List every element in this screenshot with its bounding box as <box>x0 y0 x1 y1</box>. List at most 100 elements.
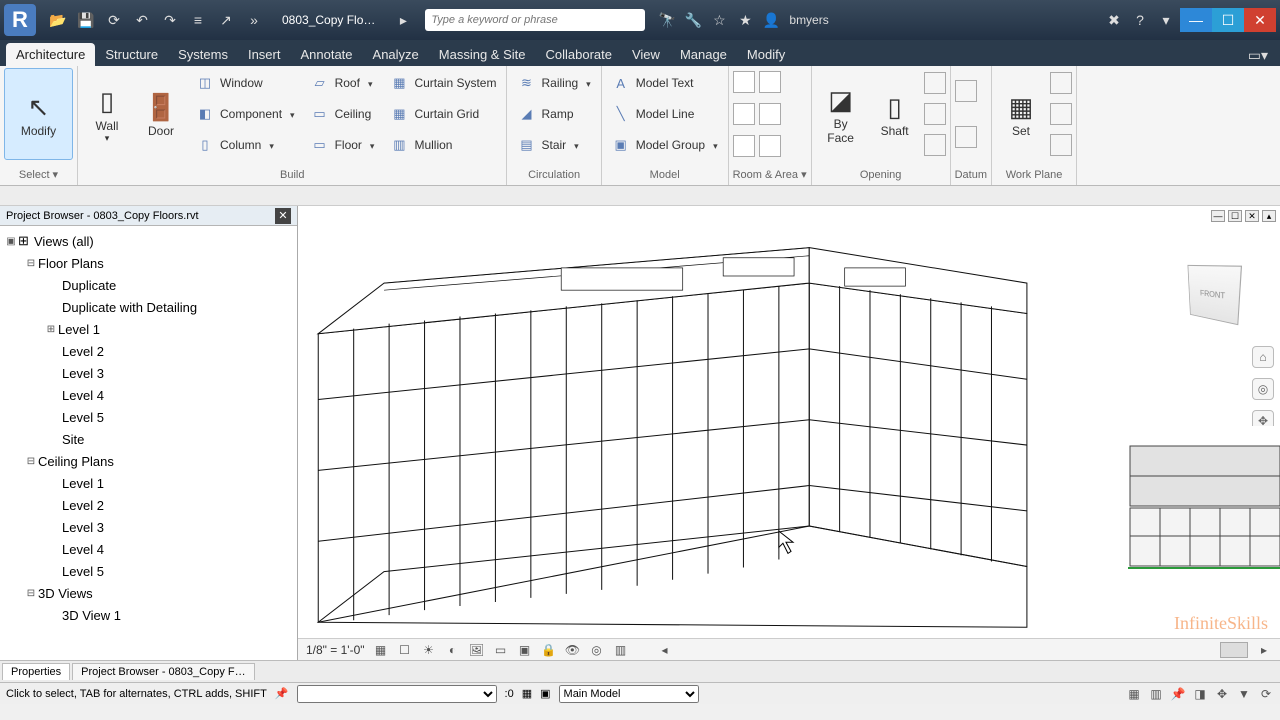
window-button[interactable]: ◫Window <box>190 72 301 94</box>
align-icon[interactable]: ≡ <box>186 8 210 32</box>
visual-style-icon[interactable]: ☐ <box>397 642 413 658</box>
star-icon[interactable]: ☆ <box>707 8 731 32</box>
status-select-1[interactable] <box>297 685 497 703</box>
tree-item[interactable]: Level 1 <box>58 322 100 337</box>
drag-elements-toggle[interactable]: ✥ <box>1214 686 1230 702</box>
favorite-icon[interactable]: ★ <box>733 8 757 32</box>
roof-button[interactable]: ▱Roof <box>305 72 381 94</box>
ref-plane-button[interactable] <box>1050 103 1072 125</box>
temp-hide-icon[interactable]: 👁 <box>565 642 581 658</box>
ribbon-minimize-toggle[interactable]: ▭▾ <box>1242 45 1274 66</box>
project-browser-tab[interactable]: Project Browser - 0803_Copy F… <box>72 663 254 680</box>
tab-architecture[interactable]: Architecture <box>6 43 95 66</box>
room-area-panel-label[interactable]: Room & Area ▾ <box>733 166 807 183</box>
dormer-button[interactable] <box>924 134 946 156</box>
more-qat-icon[interactable]: » <box>242 8 266 32</box>
level-button[interactable] <box>955 80 977 102</box>
modify-button[interactable]: ↖ Modify <box>4 68 73 160</box>
wall-button[interactable]: ▯ Wall ▾ <box>82 68 132 160</box>
vertical-opening-button[interactable] <box>924 103 946 125</box>
drawing-viewport[interactable]: — ☐ ✕ ▴ FRONT ⌂ ◎ ✥ 🔍 ⟲ <box>298 206 1280 660</box>
tree-ceiling-plans[interactable]: Ceiling Plans <box>38 454 114 469</box>
lock-3d-icon[interactable]: 🔒 <box>541 642 557 658</box>
tree-item[interactable]: Level 3 <box>62 366 104 381</box>
area-button[interactable] <box>759 71 781 93</box>
shadows-icon[interactable]: ◐ <box>445 642 461 658</box>
component-button[interactable]: ◧Component <box>190 103 301 125</box>
tab-insert[interactable]: Insert <box>238 43 291 66</box>
room-button[interactable] <box>733 71 755 93</box>
filter-icon[interactable]: ▼ <box>1236 686 1252 702</box>
stair-button[interactable]: ▤Stair <box>511 134 596 156</box>
tree-item[interactable]: Level 1 <box>62 476 104 491</box>
tree-item[interactable]: Level 3 <box>62 520 104 535</box>
workset-select[interactable]: Main Model <box>559 685 699 703</box>
measure-icon[interactable]: ↗ <box>214 8 238 32</box>
view-scale[interactable]: 1/8" = 1'-0" <box>306 643 365 657</box>
properties-tab[interactable]: Properties <box>2 663 70 680</box>
detail-level-icon[interactable]: ▦ <box>373 642 389 658</box>
elevation-thumbnail[interactable] <box>1120 426 1280 586</box>
status-pin-icon[interactable]: 📌 <box>275 687 289 700</box>
worksharing-display-icon[interactable]: ▥ <box>613 642 629 658</box>
tab-collaborate[interactable]: Collaborate <box>535 43 622 66</box>
model-text-button[interactable]: AModel Text <box>606 72 724 94</box>
tree-item[interactable]: Level 4 <box>62 542 104 557</box>
show-workplane-button[interactable] <box>1050 72 1072 94</box>
tree-item[interactable]: 3D View 1 <box>62 608 121 623</box>
scroll-right-icon[interactable]: ▸ <box>1256 642 1272 658</box>
door-button[interactable]: 🚪 Door <box>136 68 186 160</box>
sync-icon[interactable]: ⟳ <box>102 8 126 32</box>
tree-root[interactable]: Views (all) <box>34 234 94 249</box>
tab-structure[interactable]: Structure <box>95 43 168 66</box>
floor-button[interactable]: ▭Floor <box>305 134 381 156</box>
project-browser-tree[interactable]: ▣⊞Views (all) ⊟Floor Plans Duplicate Dup… <box>0 226 297 660</box>
tree-item[interactable]: Site <box>62 432 84 447</box>
exchange-apps-icon[interactable]: ✖ <box>1102 8 1126 32</box>
key-icon[interactable]: 🔧 <box>681 8 705 32</box>
select-underlay-toggle[interactable]: ▥ <box>1148 686 1164 702</box>
room-separator-button[interactable] <box>733 103 755 125</box>
tree-item[interactable]: Level 5 <box>62 410 104 425</box>
crop-view-icon[interactable]: ▭ <box>493 642 509 658</box>
tab-view[interactable]: View <box>622 43 670 66</box>
tree-item[interactable]: Duplicate <box>62 278 116 293</box>
tab-systems[interactable]: Systems <box>168 43 238 66</box>
tree-floor-plans[interactable]: Floor Plans <box>38 256 104 271</box>
help-dropdown-icon[interactable]: ▾ <box>1154 8 1178 32</box>
reveal-hidden-icon[interactable]: ◎ <box>589 642 605 658</box>
area-boundary-button[interactable] <box>759 103 781 125</box>
undo-icon[interactable]: ↶ <box>130 8 154 32</box>
model-line-button[interactable]: ╲Model Line <box>606 103 724 125</box>
wall-opening-button[interactable] <box>924 72 946 94</box>
tab-massing-site[interactable]: Massing & Site <box>429 43 536 66</box>
minimize-button[interactable]: — <box>1180 8 1212 32</box>
background-process-icon[interactable]: ⟳ <box>1258 686 1274 702</box>
close-browser-button[interactable]: ✕ <box>275 208 291 224</box>
select-pinned-toggle[interactable]: 📌 <box>1170 686 1186 702</box>
by-face-button[interactable]: ◪ By Face <box>816 68 866 160</box>
user-icon[interactable]: 👤 <box>759 8 783 32</box>
mullion-button[interactable]: ▥Mullion <box>384 134 502 156</box>
tree-item[interactable]: Level 2 <box>62 344 104 359</box>
help-search[interactable] <box>425 9 645 31</box>
model-group-button[interactable]: ▣Model Group <box>606 134 724 156</box>
curtain-system-button[interactable]: ▦Curtain System <box>384 72 502 94</box>
workplane-viewer-button[interactable] <box>1050 134 1072 156</box>
tree-item[interactable]: Level 4 <box>62 388 104 403</box>
tab-analyze[interactable]: Analyze <box>363 43 429 66</box>
recent-docs-icon[interactable]: ▸ <box>391 8 415 32</box>
set-workplane-button[interactable]: ▦ Set <box>996 68 1046 160</box>
scroll-left-icon[interactable]: ◂ <box>657 642 673 658</box>
tab-modify[interactable]: Modify <box>737 43 795 66</box>
shaft-button[interactable]: ▯ Shaft <box>870 68 920 160</box>
tab-annotate[interactable]: Annotate <box>290 43 362 66</box>
search-input[interactable] <box>431 14 639 26</box>
tab-manage[interactable]: Manage <box>670 43 737 66</box>
tree-item[interactable]: Level 5 <box>62 564 104 579</box>
ceiling-button[interactable]: ▭Ceiling <box>305 103 381 125</box>
redo-icon[interactable]: ↷ <box>158 8 182 32</box>
select-links-toggle[interactable]: ▦ <box>1126 686 1142 702</box>
save-icon[interactable]: 💾 <box>74 8 98 32</box>
open-icon[interactable]: 📂 <box>46 8 70 32</box>
